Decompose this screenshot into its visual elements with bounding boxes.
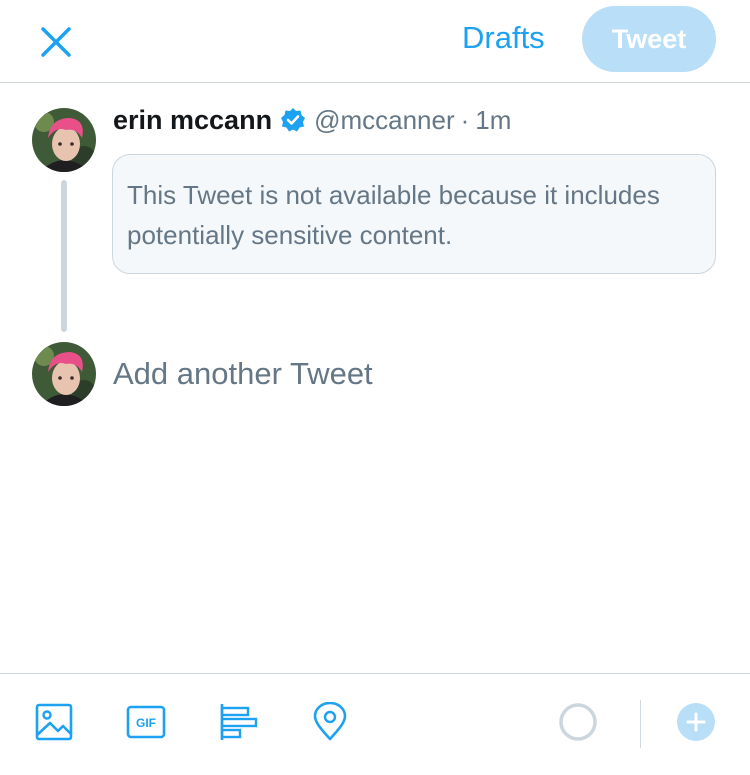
gif-label: GIF [136, 716, 156, 730]
unavailable-message: This Tweet is not available because it i… [127, 180, 660, 250]
tweet-header: erin mccann @mccanner · 1m [113, 100, 511, 140]
poll-icon[interactable] [218, 702, 258, 742]
character-count-icon [558, 702, 598, 742]
tweet-time: 1m [475, 104, 512, 135]
author-handle: @mccanner [314, 104, 455, 135]
compose-toolbar: GIF [0, 673, 750, 775]
add-tweet-icon[interactable] [676, 702, 716, 742]
drafts-button[interactable]: Drafts [462, 18, 545, 58]
tweet-button[interactable]: Tweet [582, 6, 716, 72]
composer-avatar [32, 342, 96, 406]
location-icon[interactable] [310, 701, 350, 742]
author-name[interactable]: erin mccann [113, 105, 272, 136]
tweet-unavailable-card: This Tweet is not available because it i… [112, 154, 716, 274]
image-icon[interactable] [34, 702, 74, 742]
compose-header: Drafts Tweet [0, 0, 750, 83]
time-separator: · [460, 104, 470, 135]
add-another-tweet-input[interactable]: Add another Tweet [113, 354, 373, 394]
close-icon[interactable] [36, 22, 76, 62]
gif-icon[interactable]: GIF [126, 702, 166, 742]
toolbar-divider [640, 700, 641, 748]
avatar[interactable] [32, 108, 96, 172]
thread-line [61, 180, 67, 332]
verified-badge-icon [280, 107, 306, 133]
